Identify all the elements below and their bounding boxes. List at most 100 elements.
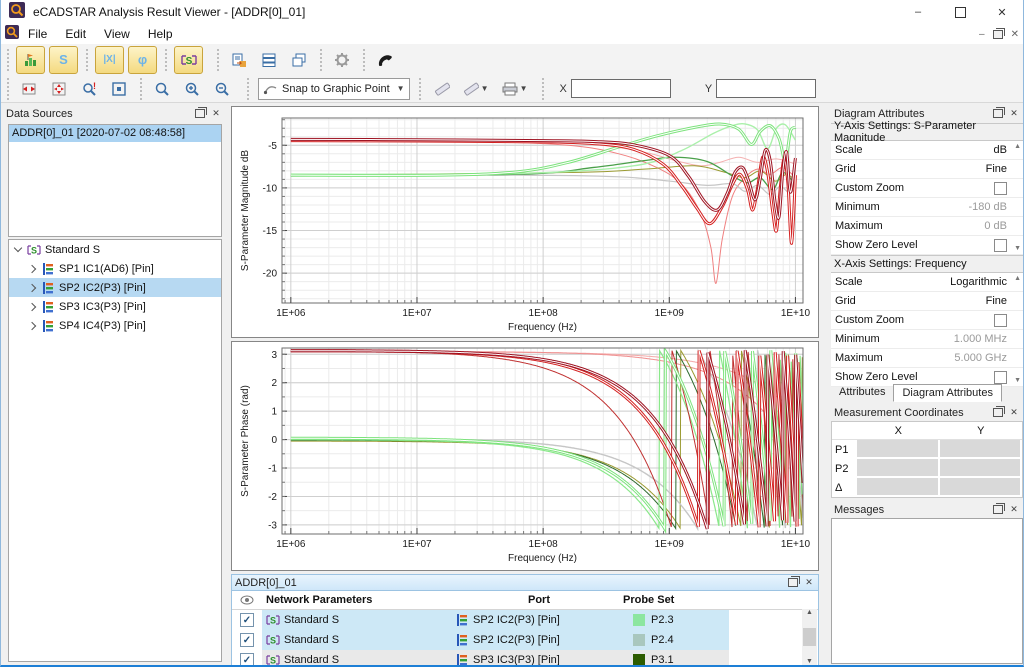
settings-gear-button[interactable] bbox=[329, 48, 355, 72]
attribute-value[interactable]: Fine bbox=[986, 163, 1023, 175]
mc-cell[interactable] bbox=[857, 459, 940, 478]
tree-expander-icon[interactable] bbox=[28, 302, 36, 310]
toolbar-grip[interactable] bbox=[245, 78, 250, 100]
toolbar-grip[interactable] bbox=[215, 49, 220, 71]
y-coordinate-input[interactable] bbox=[716, 79, 816, 98]
attribute-checkbox[interactable] bbox=[994, 182, 1007, 195]
attribute-row[interactable]: ScaleLogarithmic▲ bbox=[831, 273, 1023, 292]
tab-attributes[interactable]: Attributes bbox=[831, 384, 893, 402]
tile-horizontal-button[interactable] bbox=[256, 48, 282, 72]
phone-probe-button[interactable] bbox=[372, 48, 398, 72]
close-panel-icon[interactable]: ✕ bbox=[209, 107, 223, 120]
network-parameter-button[interactable]: S bbox=[174, 46, 203, 74]
tree-root-standard-s[interactable]: SStandard S bbox=[9, 240, 221, 259]
results-panel-header[interactable]: ADDR[0]_01 ✕ bbox=[231, 574, 819, 591]
float-panel-icon[interactable] bbox=[991, 503, 1005, 516]
tree-item[interactable]: SP2 IC2(P3) [Pin] bbox=[9, 278, 221, 297]
scroll-thumb[interactable] bbox=[803, 628, 816, 646]
toolbar-grip[interactable] bbox=[163, 49, 168, 71]
result-chart-button[interactable] bbox=[16, 46, 45, 74]
zoom-previous-icon[interactable]: ! bbox=[76, 77, 102, 101]
results-scrollbar[interactable]: ▲ ▼ bbox=[802, 609, 817, 665]
attribute-checkbox[interactable] bbox=[994, 239, 1007, 252]
column-network-parameters[interactable]: Network Parameters bbox=[262, 591, 451, 609]
cascade-windows-button[interactable] bbox=[286, 48, 312, 72]
scroll-up-icon[interactable]: ▲ bbox=[1014, 275, 1021, 282]
fit-all-icon[interactable] bbox=[46, 77, 72, 101]
zoom-in-icon[interactable] bbox=[179, 77, 205, 101]
measure-icon[interactable] bbox=[429, 77, 455, 101]
column-probe-set[interactable]: Probe Set bbox=[623, 591, 719, 609]
magnitude-button[interactable]: |X| bbox=[95, 46, 124, 74]
close-button[interactable]: ✕ bbox=[981, 0, 1023, 24]
tree-expander-icon[interactable] bbox=[28, 321, 36, 329]
maximize-button[interactable] bbox=[939, 0, 981, 24]
attribute-row[interactable]: Minimum1.000 MHz bbox=[831, 330, 1023, 349]
toolbar-grip[interactable] bbox=[84, 49, 89, 71]
mdi-minimize-button[interactable]: – bbox=[979, 29, 985, 40]
minimize-button[interactable]: – bbox=[897, 0, 939, 24]
mc-cell[interactable] bbox=[857, 440, 940, 459]
zoom-window-icon[interactable] bbox=[149, 77, 175, 101]
float-panel-icon[interactable] bbox=[991, 406, 1005, 419]
visibility-eye-icon[interactable] bbox=[232, 591, 262, 609]
tree-item[interactable]: SP3 IC3(P3) [Pin] bbox=[9, 297, 221, 316]
float-panel-icon[interactable] bbox=[193, 107, 207, 120]
tab-diagram-attributes[interactable]: Diagram Attributes bbox=[893, 384, 1001, 402]
mdi-close-button[interactable]: ✕ bbox=[1011, 29, 1019, 40]
measure-mode-dropdown[interactable]: ▼ bbox=[459, 77, 493, 101]
mc-cell[interactable] bbox=[940, 459, 1023, 478]
tree-item[interactable]: SP4 IC4(P3) [Pin] bbox=[9, 316, 221, 335]
toolbar-grip[interactable] bbox=[318, 49, 323, 71]
table-row[interactable]: ✓SStandard SSP2 IC2(P3) [Pin]P2.4 bbox=[232, 630, 818, 650]
close-panel-icon[interactable]: ✕ bbox=[1007, 107, 1021, 120]
menu-file[interactable]: File bbox=[19, 25, 56, 43]
toolbar-grip[interactable] bbox=[418, 78, 423, 100]
attribute-value[interactable]: Fine bbox=[986, 295, 1023, 307]
close-panel-icon[interactable]: ✕ bbox=[802, 576, 816, 589]
float-panel-icon[interactable] bbox=[786, 576, 800, 589]
attribute-row[interactable]: Show Zero Level▼ bbox=[831, 236, 1023, 255]
tree-expander-icon[interactable] bbox=[28, 283, 36, 291]
toolbar-grip[interactable] bbox=[5, 78, 10, 100]
attribute-checkbox[interactable] bbox=[994, 314, 1007, 327]
mc-cell[interactable] bbox=[857, 478, 940, 497]
attribute-row[interactable]: GridFine bbox=[831, 160, 1023, 179]
toolbar-grip[interactable] bbox=[541, 78, 546, 100]
close-panel-icon[interactable]: ✕ bbox=[1007, 503, 1021, 516]
scroll-down-icon[interactable]: ▼ bbox=[1014, 377, 1021, 384]
s-parameter-button[interactable]: S bbox=[49, 46, 78, 74]
column-port[interactable]: Port bbox=[451, 591, 623, 609]
attribute-value[interactable]: 1.000 MHz bbox=[954, 333, 1023, 345]
tree-expander-icon[interactable] bbox=[28, 264, 36, 272]
attribute-row[interactable]: Custom Zoom bbox=[831, 179, 1023, 198]
close-panel-icon[interactable]: ✕ bbox=[1007, 406, 1021, 419]
attribute-row[interactable]: ScaledB▲ bbox=[831, 141, 1023, 160]
scroll-up-icon[interactable]: ▲ bbox=[1014, 143, 1021, 150]
mc-cell[interactable] bbox=[940, 478, 1023, 497]
float-panel-icon[interactable] bbox=[991, 107, 1005, 120]
attribute-value[interactable]: Logarithmic bbox=[950, 276, 1023, 288]
print-dropdown[interactable]: ▼ bbox=[497, 77, 533, 101]
attribute-value[interactable]: -180 dB bbox=[968, 201, 1023, 213]
scroll-down-icon[interactable]: ▼ bbox=[1014, 245, 1021, 252]
toolbar-grip[interactable] bbox=[361, 49, 366, 71]
attribute-checkbox[interactable] bbox=[994, 371, 1007, 384]
scroll-down-icon[interactable]: ▼ bbox=[806, 658, 813, 665]
mc-cell[interactable] bbox=[940, 440, 1023, 459]
row-checkbox[interactable]: ✓ bbox=[240, 653, 254, 667]
fit-page-icon[interactable] bbox=[106, 77, 132, 101]
scroll-up-icon[interactable]: ▲ bbox=[806, 609, 813, 616]
row-checkbox[interactable]: ✓ bbox=[240, 613, 254, 627]
table-row[interactable]: ✓SStandard SSP2 IC2(P3) [Pin]P2.3 bbox=[232, 610, 818, 630]
attribute-row[interactable]: GridFine bbox=[831, 292, 1023, 311]
menu-help[interactable]: Help bbox=[139, 25, 182, 43]
menu-edit[interactable]: Edit bbox=[56, 25, 95, 43]
data-source-item[interactable]: ADDR[0]_01 [2020-07-02 08:48:58] bbox=[9, 125, 221, 142]
menu-view[interactable]: View bbox=[95, 25, 139, 43]
magnitude-chart[interactable]: 1E+061E+071E+081E+091E+10-5-10-15-20Freq… bbox=[231, 106, 819, 338]
phase-chart[interactable]: 1E+061E+071E+081E+091E+103210-1-2-3Frequ… bbox=[231, 341, 819, 571]
toolbar-grip[interactable] bbox=[138, 78, 143, 100]
tree-expander-icon[interactable] bbox=[14, 244, 22, 252]
attribute-row[interactable]: Maximum0 dB bbox=[831, 217, 1023, 236]
